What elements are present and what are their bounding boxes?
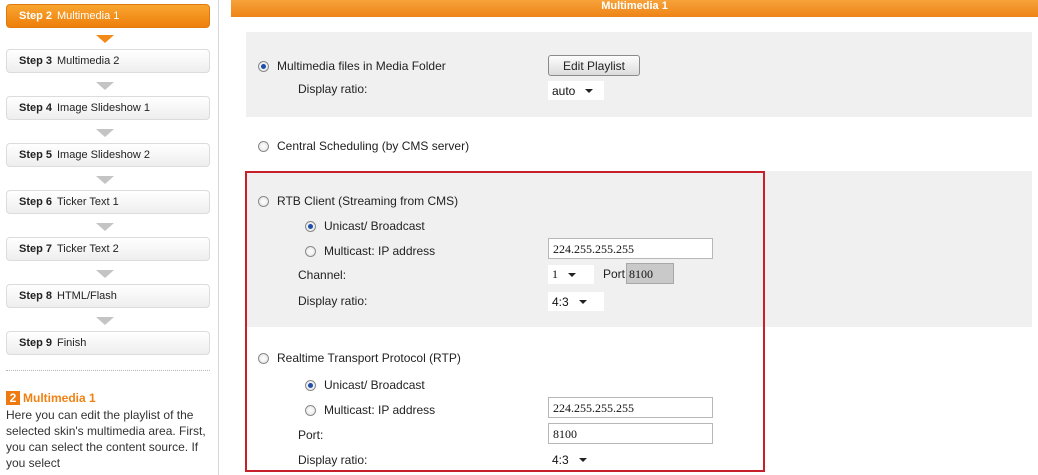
rtb-display-ratio-select[interactable]: 4:3 — [548, 292, 604, 311]
radio-unselected-icon[interactable] — [258, 352, 269, 364]
step-arrow-icon — [96, 223, 114, 231]
radio-unselected-icon[interactable] — [305, 404, 316, 416]
chevron-down-icon — [578, 299, 587, 304]
step-arrow-icon — [96, 82, 114, 90]
radio-label: RTB Client (Streaming from CMS) — [277, 194, 459, 208]
step-label: Finish — [57, 337, 87, 349]
radio-selected-icon[interactable] — [305, 220, 316, 232]
rtb-ip-address-input[interactable]: 224.255.255.255 — [548, 238, 713, 259]
step-number-badge: 2 — [6, 391, 20, 405]
step-info-heading: Multimedia 1 — [23, 391, 96, 405]
step-label: Image Slideshow 2 — [57, 149, 150, 161]
step-arrow-icon — [96, 35, 114, 43]
radio-rtp-multicast[interactable]: Multicast: IP address — [305, 403, 435, 417]
step-item-ticker-text-1[interactable]: Step 6 Ticker Text 1 — [6, 190, 210, 214]
rtp-ip-address-input[interactable]: 224.255.255.255 — [548, 397, 713, 418]
step-number: Step 9 — [19, 337, 53, 349]
radio-label: Multimedia files in Media Folder — [277, 59, 446, 73]
step-label: Multimedia 1 — [57, 10, 120, 22]
radio-label: Central Scheduling (by CMS server) — [277, 139, 470, 153]
radio-rtb-unicast[interactable]: Unicast/ Broadcast — [305, 219, 425, 233]
select-value: auto — [552, 83, 576, 98]
port-label: Port: — [298, 428, 324, 442]
edit-playlist-button[interactable]: Edit Playlist — [548, 55, 640, 76]
step-item-image-slideshow-1[interactable]: Step 4 Image Slideshow 1 — [6, 96, 210, 120]
display-ratio-label: Display ratio: — [298, 82, 368, 96]
channel-select[interactable]: 1 — [548, 265, 594, 284]
step-label: HTML/Flash — [57, 290, 117, 302]
display-ratio-label: Display ratio: — [298, 294, 368, 308]
radio-label: Unicast/ Broadcast — [324, 219, 425, 233]
step-info-title: 2 Multimedia 1 — [6, 391, 96, 405]
radio-label: Multicast: IP address — [324, 403, 436, 417]
select-value: 1 — [552, 267, 558, 281]
step-label: Ticker Text 2 — [57, 243, 119, 255]
display-ratio-select[interactable]: auto — [548, 81, 604, 100]
radio-rtp[interactable]: Realtime Transport Protocol (RTP) — [258, 351, 461, 365]
page-title: Multimedia 1 — [231, 0, 1038, 17]
rtb-port-field: 8100 — [626, 263, 674, 284]
step-number: Step 5 — [19, 149, 53, 161]
step-number: Step 8 — [19, 290, 53, 302]
step-item-multimedia-1[interactable]: Step 2 Multimedia 1 — [6, 4, 210, 28]
chevron-down-icon — [585, 88, 594, 93]
step-number: Step 4 — [19, 102, 53, 114]
step-number: Step 7 — [19, 243, 53, 255]
radio-selected-icon[interactable] — [305, 379, 316, 391]
step-arrow-icon — [96, 317, 114, 325]
radio-rtp-unicast[interactable]: Unicast/ Broadcast — [305, 378, 425, 392]
radio-rtb-multicast[interactable]: Multicast: IP address — [305, 244, 435, 258]
step-arrow-icon — [96, 270, 114, 278]
step-number: Step 6 — [19, 196, 53, 208]
step-label: Image Slideshow 1 — [57, 102, 150, 114]
vertical-divider — [218, 0, 219, 475]
step-item-ticker-text-2[interactable]: Step 7 Ticker Text 2 — [6, 237, 210, 261]
radio-label: Realtime Transport Protocol (RTP) — [277, 351, 461, 365]
radio-media-folder[interactable]: Multimedia files in Media Folder — [258, 59, 446, 73]
step-arrow-icon — [96, 129, 114, 137]
step-info-description: Here you can edit the playlist of the se… — [6, 408, 206, 470]
rtp-display-ratio-select[interactable]: 4:3 — [548, 450, 604, 469]
chevron-down-icon — [568, 272, 576, 277]
chevron-down-icon — [578, 457, 587, 462]
radio-central-scheduling[interactable]: Central Scheduling (by CMS server) — [258, 139, 469, 153]
sidebar-divider — [6, 370, 210, 371]
radio-label: Unicast/ Broadcast — [324, 378, 425, 392]
channel-label: Channel: — [298, 268, 347, 282]
radio-unselected-icon[interactable] — [258, 140, 269, 152]
step-number: Step 3 — [19, 55, 53, 67]
port-label: Port: — [603, 267, 629, 281]
sidebar: Step 2 Multimedia 1 Step 3 Multimedia 2 … — [0, 0, 215, 475]
step-item-html-flash[interactable]: Step 8 HTML/Flash — [6, 284, 210, 308]
display-ratio-label: Display ratio: — [298, 453, 368, 467]
radio-selected-icon[interactable] — [258, 60, 269, 72]
radio-unselected-icon[interactable] — [305, 245, 316, 257]
step-label: Multimedia 2 — [57, 55, 120, 67]
step-item-image-slideshow-2[interactable]: Step 5 Image Slideshow 2 — [6, 143, 210, 167]
step-item-multimedia-2[interactable]: Step 3 Multimedia 2 — [6, 49, 210, 73]
select-value: 4:3 — [552, 452, 569, 467]
radio-rtb-client[interactable]: RTB Client (Streaming from CMS) — [258, 194, 458, 208]
step-item-finish[interactable]: Step 9 Finish — [6, 331, 210, 355]
select-value: 4:3 — [552, 294, 569, 309]
radio-unselected-icon[interactable] — [258, 195, 269, 207]
step-arrow-icon — [96, 176, 114, 184]
radio-label: Multicast: IP address — [324, 244, 436, 258]
step-label: Ticker Text 1 — [57, 196, 119, 208]
step-number: Step 2 — [19, 10, 53, 22]
rtp-port-input[interactable]: 8100 — [548, 423, 713, 444]
